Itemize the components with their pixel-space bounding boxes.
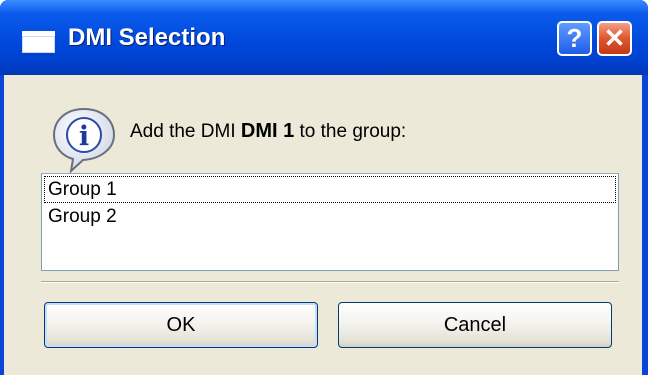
ok-button[interactable]: OK xyxy=(44,302,318,348)
message-prefix: Add the DMI xyxy=(130,121,241,142)
close-button[interactable]: ✕ xyxy=(597,21,632,56)
dialog-window: DMI Selection ? ✕ i Add the DMI DMI 1 to… xyxy=(0,0,648,375)
separator-line xyxy=(41,281,619,283)
window-icon xyxy=(22,31,55,53)
prompt-message: Add the DMI DMI 1 to the group: xyxy=(130,120,406,143)
title-bar[interactable]: DMI Selection ? ✕ xyxy=(0,0,648,75)
list-item-group-1[interactable]: Group 1 xyxy=(44,176,616,203)
svg-text:i: i xyxy=(79,121,89,152)
list-item-group-2[interactable]: Group 2 xyxy=(44,203,616,230)
ok-button-label: OK xyxy=(166,313,196,336)
dmi-name: DMI 1 xyxy=(240,120,295,142)
group-listbox[interactable]: Group 1 Group 2 xyxy=(41,173,619,271)
message-suffix: to the group: xyxy=(294,121,407,142)
cancel-button-label: Cancel xyxy=(443,313,507,336)
help-button[interactable]: ? xyxy=(557,21,592,56)
dialog-body: i Add the DMI DMI 1 to the group: Group … xyxy=(4,75,642,375)
close-icon: ✕ xyxy=(603,23,626,53)
info-icon: i xyxy=(52,107,116,174)
cancel-button[interactable]: Cancel xyxy=(338,302,612,348)
help-icon: ? xyxy=(566,23,583,53)
window-title: DMI Selection xyxy=(68,24,226,51)
